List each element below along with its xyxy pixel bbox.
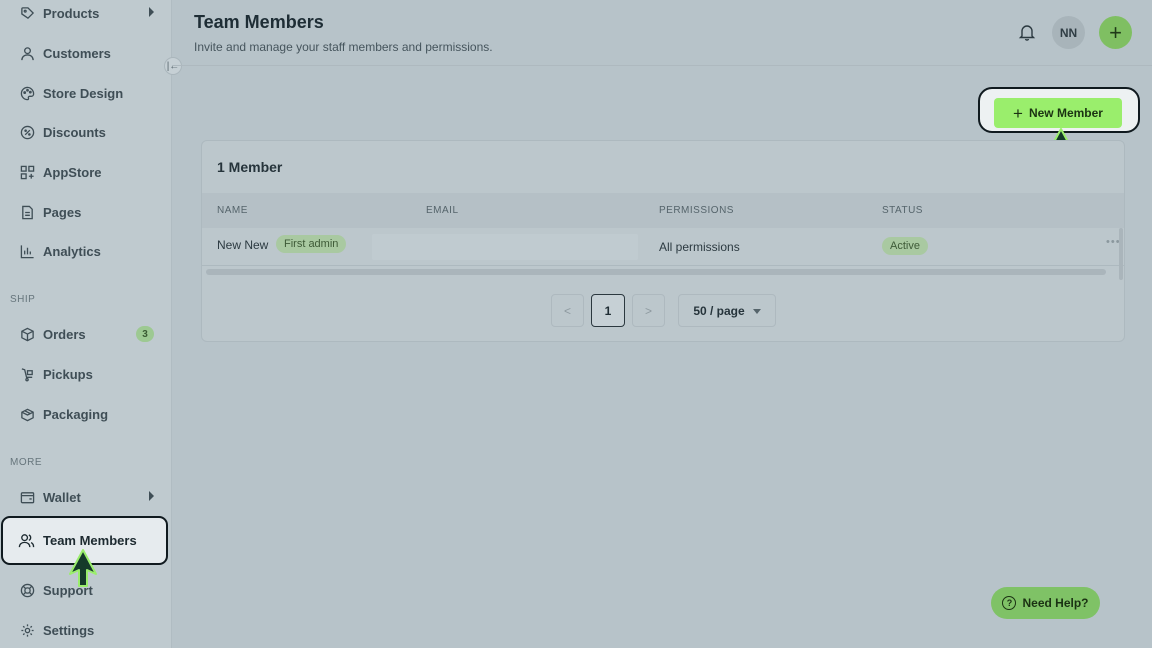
member-name: New New — [217, 238, 269, 252]
page-icon — [22, 205, 33, 219]
team-icon — [18, 533, 35, 547]
table-header: NAME EMAIL PERMISSIONS STATUS — [202, 193, 1124, 228]
orders-count-badge: 3 — [136, 326, 154, 342]
sidebar-item-label: Orders — [43, 326, 86, 342]
sidebar-item-label: Products — [43, 5, 100, 21]
new-member-button[interactable]: + New Member — [994, 98, 1122, 128]
page-size-select[interactable]: 50 / page — [678, 294, 776, 327]
support-icon — [20, 583, 35, 597]
chevron-down-icon — [752, 309, 761, 314]
member-email — [372, 234, 638, 260]
box-icon — [21, 327, 34, 341]
new-member-label: New Member — [1028, 106, 1103, 120]
sidebar-item-pages[interactable]: Pages — [10, 195, 162, 229]
sidebar-item-label: Analytics — [43, 243, 101, 259]
member-count: 1 Member — [217, 159, 283, 175]
sidebar-item-appstore[interactable]: AppStore — [10, 155, 162, 189]
user-icon — [21, 46, 34, 60]
page-header: Team Members Invite and manage your staf… — [172, 0, 1152, 66]
plus-icon: + — [1013, 103, 1023, 123]
sidebar-item-pickups[interactable]: Pickups — [10, 357, 162, 391]
column-header-name: NAME — [217, 205, 248, 216]
page-1-button[interactable]: 1 — [591, 294, 625, 327]
package-icon — [21, 408, 34, 421]
question-icon: ? — [1002, 596, 1017, 610]
page-title: Team Members — [194, 12, 324, 32]
page-size-value: 50 / page — [693, 303, 745, 318]
bell-icon[interactable] — [1017, 22, 1037, 42]
sidebar-item-label: Team Members — [43, 532, 137, 548]
pickup-icon — [21, 367, 33, 381]
tag-icon — [21, 6, 35, 19]
chart-icon — [20, 244, 34, 258]
sidebar-item-store-design[interactable]: Store Design — [10, 76, 162, 110]
sidebar-item-label: Pickups — [43, 366, 93, 382]
sidebar-item-label: Wallet — [43, 489, 81, 505]
member-permissions: All permissions — [659, 240, 740, 254]
status-badge: Active — [882, 237, 928, 255]
column-header-status: STATUS — [882, 205, 923, 216]
need-help-label: Need Help? — [1022, 596, 1089, 610]
sidebar-item-wallet[interactable]: Wallet — [10, 480, 162, 514]
apps-icon — [20, 165, 35, 179]
column-header-email: EMAIL — [426, 205, 459, 216]
caret-right-icon — [149, 491, 154, 501]
caret-right-icon — [149, 7, 154, 17]
sidebar-item-label: Customers — [43, 45, 111, 61]
section-label-more: MORE — [10, 457, 42, 468]
sidebar-item-customers[interactable]: Customers — [10, 36, 162, 70]
sidebar-item-label: Pages — [43, 204, 82, 220]
sidebar-item-label: Discounts — [43, 124, 106, 140]
gear-icon — [21, 623, 34, 637]
discount-icon — [20, 125, 35, 139]
members-card: 1 Member NAME EMAIL PERMISSIONS STATUS N… — [201, 140, 1125, 342]
wallet-icon — [20, 491, 35, 503]
pointer-arrow-icon — [69, 549, 97, 587]
sidebar-item-packaging[interactable]: Packaging — [10, 397, 162, 431]
role-badge: First admin — [276, 235, 347, 253]
sidebar-item-discounts[interactable]: Discounts — [10, 115, 162, 149]
sidebar-item-label: Packaging — [43, 406, 109, 422]
section-label-ship: SHIP — [10, 294, 36, 305]
page-subtitle: Invite and manage your staff members and… — [194, 40, 493, 54]
sidebar-item-orders[interactable]: Orders 3 — [10, 317, 162, 351]
sidebar-item-label: AppStore — [43, 164, 102, 180]
vertical-scrollbar[interactable] — [1119, 228, 1123, 280]
sidebar-item-label: Settings — [43, 622, 95, 638]
column-header-permissions: PERMISSIONS — [659, 205, 734, 216]
table-row[interactable]: New New First admin All permissions Acti… — [202, 228, 1124, 266]
palette-icon — [20, 86, 35, 100]
next-page-button[interactable]: > — [632, 294, 665, 327]
sidebar-item-settings[interactable]: Settings — [10, 613, 162, 647]
create-button[interactable]: + — [1099, 16, 1132, 49]
sidebar-item-products[interactable]: Products — [10, 0, 162, 30]
sidebar-item-analytics[interactable]: Analytics — [10, 234, 162, 268]
need-help-button[interactable]: ? Need Help? — [991, 587, 1100, 619]
prev-page-button[interactable]: < — [551, 294, 584, 327]
sidebar-item-label: Store Design — [43, 85, 124, 101]
horizontal-scrollbar[interactable] — [206, 269, 1106, 275]
avatar[interactable]: NN — [1052, 16, 1085, 49]
